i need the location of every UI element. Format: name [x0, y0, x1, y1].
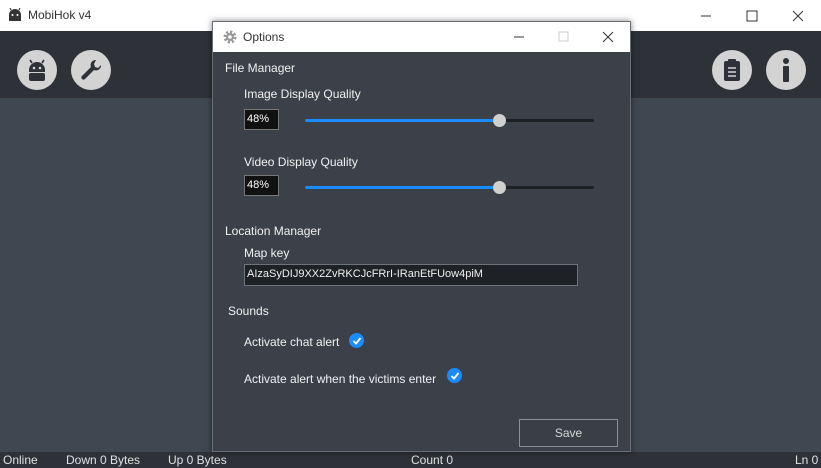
status-down: Down 0 Bytes [66, 453, 141, 467]
sounds-heading: Sounds [228, 304, 269, 318]
maximize-icon [746, 10, 758, 21]
options-dialog: Options File Manager Image Display Quali… [212, 21, 631, 452]
minimize-button[interactable] [683, 0, 729, 31]
maximize-button[interactable] [729, 0, 775, 31]
checkmark-icon [352, 336, 361, 345]
info-icon [783, 58, 789, 82]
save-button[interactable]: Save [519, 419, 618, 447]
minimize-icon [513, 36, 524, 38]
wrench-icon [81, 59, 102, 80]
android-button[interactable] [17, 50, 57, 90]
dialog-minimize-button[interactable] [496, 22, 541, 52]
victims-alert-checkbox[interactable] [447, 368, 462, 383]
clipboard-icon [724, 59, 740, 81]
image-quality-slider-thumb[interactable] [492, 114, 506, 127]
app-title: MobiHok v4 [28, 8, 92, 22]
file-manager-heading: File Manager [225, 61, 296, 75]
maximize-icon [558, 31, 568, 42]
status-online: Online [3, 453, 38, 467]
android-icon [29, 59, 45, 81]
map-key-label: Map key [244, 246, 290, 260]
settings-button[interactable] [71, 50, 111, 90]
status-bar: Online Down 0 Bytes Up 0 Bytes Count 0 L… [0, 452, 821, 468]
gear-icon [223, 30, 237, 44]
video-quality-value[interactable]: 48% [244, 175, 279, 196]
dialog-title: Options [243, 30, 285, 44]
android-robot-icon [9, 8, 21, 21]
image-quality-label: Image Display Quality [244, 87, 361, 101]
chat-alert-checkbox[interactable] [349, 333, 364, 348]
clipboard-button[interactable] [712, 50, 752, 90]
video-quality-slider-fill [305, 186, 499, 189]
checkmark-icon [450, 371, 459, 380]
image-quality-slider-fill [305, 119, 499, 122]
dialog-close-button[interactable] [585, 22, 630, 52]
chat-alert-label: Activate chat alert [244, 335, 340, 349]
minimize-icon [701, 15, 711, 16]
video-quality-label: Video Display Quality [244, 155, 358, 169]
status-up: Up 0 Bytes [168, 453, 227, 467]
video-quality-slider[interactable] [305, 181, 594, 194]
victims-alert-label: Activate alert when the victims enter [244, 372, 437, 386]
dialog-titlebar: Options [213, 22, 630, 52]
info-button[interactable] [766, 50, 806, 90]
location-manager-heading: Location Manager [225, 224, 322, 238]
status-count: Count 0 [411, 453, 454, 467]
close-icon [602, 31, 613, 43]
image-quality-slider[interactable] [305, 114, 594, 127]
close-button[interactable] [775, 0, 821, 31]
video-quality-slider-thumb[interactable] [492, 181, 506, 194]
close-icon [792, 10, 804, 21]
map-key-input[interactable]: AIzaSyDIJ9XX2ZvRKCJcFRrI-IRanEtFUow4piM [244, 264, 578, 286]
dialog-maximize-button[interactable] [541, 22, 586, 52]
status-ln: Ln 0 [795, 453, 819, 467]
image-quality-value[interactable]: 48% [244, 109, 279, 130]
